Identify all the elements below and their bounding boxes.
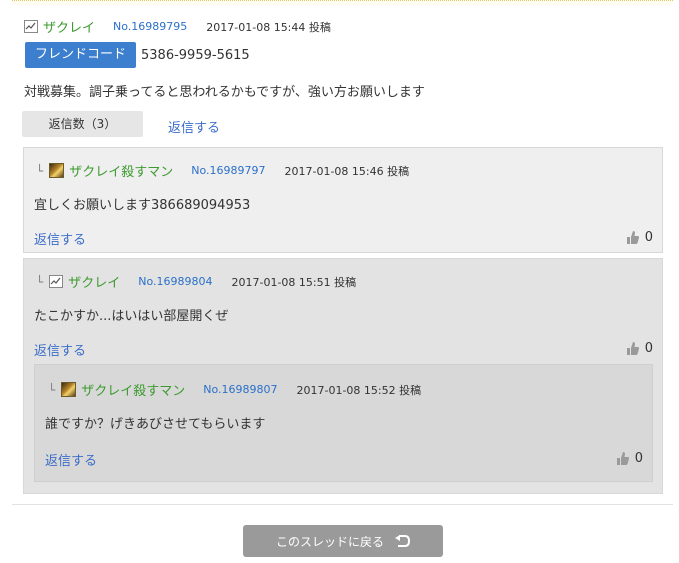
like-count: 0 bbox=[644, 340, 653, 356]
top-border bbox=[12, 0, 673, 5]
thumbs-up-icon bbox=[616, 452, 629, 465]
reply-username[interactable]: ザクレイ殺すマン bbox=[81, 380, 185, 399]
post-username[interactable]: ザクレイ bbox=[43, 17, 95, 36]
reply-meta: └ ザクレイ No.16989804 2017-01-08 15:51 投稿 bbox=[36, 272, 357, 292]
reply-link[interactable]: 返信する bbox=[34, 229, 86, 248]
reply-link[interactable]: 返信する bbox=[34, 340, 86, 359]
post-meta: ザクレイ No.16989795 2017-01-08 15:44 投稿 bbox=[24, 17, 331, 36]
like-button[interactable]: 0 bbox=[624, 340, 653, 356]
friend-code-value: 5386-9959-5615 bbox=[141, 47, 250, 63]
post-body: 対戦募集。調子乗ってると思われるかもですが、強い方お願いします bbox=[24, 85, 425, 100]
avatar-icon bbox=[49, 163, 65, 178]
reply-number[interactable]: No.16989804 bbox=[138, 275, 212, 288]
thumbs-up-icon bbox=[626, 342, 639, 355]
avatar-icon bbox=[61, 382, 77, 397]
reply-username[interactable]: ザクレイ bbox=[68, 272, 120, 291]
reply-body: たこかすか...はいはい部屋開くぜ bbox=[34, 309, 229, 324]
reply-body: 宜しくお願いします386689094953 bbox=[34, 198, 251, 213]
reply-meta: └ ザクレイ殺すマン No.16989807 2017-01-08 15:52 … bbox=[48, 380, 421, 399]
reply-body: 誰ですか？げきあびさせてもらいます bbox=[45, 417, 266, 432]
branch-marker: └ bbox=[48, 382, 56, 397]
like-button[interactable]: 0 bbox=[624, 229, 653, 245]
post-reply-link[interactable]: 返信する bbox=[168, 117, 220, 136]
like-count: 0 bbox=[634, 450, 643, 466]
reply-card: └ ザクレイ殺すマン No.16989797 2017-01-08 15:46 … bbox=[23, 147, 663, 253]
reply-meta: └ ザクレイ殺すマン No.16989797 2017-01-08 15:46 … bbox=[36, 161, 409, 180]
game-icon bbox=[24, 20, 38, 33]
reply-date: 2017-01-08 15:52 投稿 bbox=[296, 383, 422, 397]
reply-number[interactable]: No.16989797 bbox=[191, 164, 265, 177]
reply-count-button[interactable]: 返信数（3） bbox=[22, 111, 143, 137]
branch-marker: └ bbox=[36, 274, 44, 289]
friend-code-row: フレンドコード 5386-9959-5615 bbox=[13, 42, 250, 68]
reply-number[interactable]: No.16989807 bbox=[203, 383, 277, 396]
like-count: 0 bbox=[644, 229, 653, 245]
friend-code-badge: フレンドコード bbox=[25, 42, 137, 68]
reply-date: 2017-01-08 15:51 投稿 bbox=[231, 275, 357, 289]
like-button[interactable]: 0 bbox=[614, 450, 643, 466]
post-date: 2017-01-08 15:44 投稿 bbox=[206, 20, 331, 34]
reply-username[interactable]: ザクレイ殺すマン bbox=[69, 161, 173, 180]
reply-card: └ ザクレイ No.16989804 2017-01-08 15:51 投稿 た… bbox=[23, 258, 663, 494]
reply-date: 2017-01-08 15:46 投稿 bbox=[284, 164, 410, 178]
back-to-thread-button[interactable]: このスレッドに戻る bbox=[243, 525, 443, 557]
divider bbox=[12, 504, 673, 505]
post-number[interactable]: No.16989795 bbox=[113, 20, 187, 33]
game-icon bbox=[49, 275, 64, 288]
reply-link[interactable]: 返信する bbox=[45, 450, 97, 469]
nested-reply-card: └ ザクレイ殺すマン No.16989807 2017-01-08 15:52 … bbox=[34, 364, 653, 482]
branch-marker: └ bbox=[36, 163, 44, 178]
return-arrow-icon bbox=[395, 535, 410, 547]
thumbs-up-icon bbox=[626, 231, 639, 244]
back-button-label: このスレッドに戻る bbox=[275, 534, 384, 549]
